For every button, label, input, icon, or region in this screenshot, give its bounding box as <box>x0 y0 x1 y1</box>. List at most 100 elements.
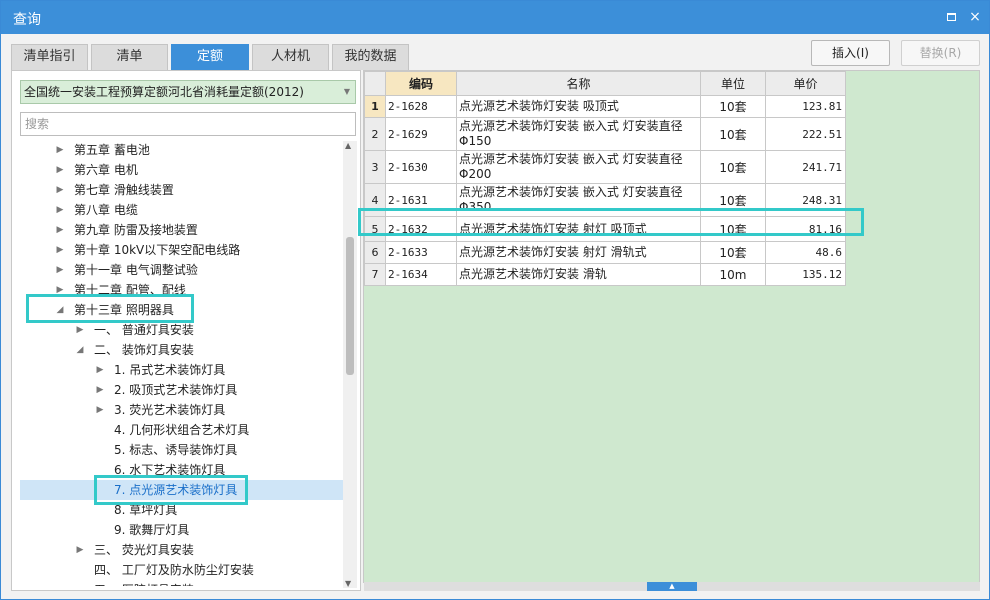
tree-item[interactable]: ▶ 第六章 电机 <box>20 160 343 180</box>
tree-item[interactable]: 9. 歌舞厅灯具 <box>20 520 343 540</box>
title-bar[interactable]: 查询 × <box>1 1 989 34</box>
table-row[interactable]: 1 2-1628 点光源艺术装饰灯安装 吸顶式 10套 123.81 <box>364 95 846 118</box>
close-button[interactable]: × <box>967 9 983 25</box>
header-unit[interactable]: 单位 <box>700 71 766 96</box>
cell-name[interactable]: 点光源艺术装饰灯安装 嵌入式 灯安装直径Φ350 <box>456 183 701 217</box>
tree-item[interactable]: ▶ 第八章 电缆 <box>20 200 343 220</box>
cell-unit[interactable]: 10套 <box>700 95 766 118</box>
cell-code[interactable]: 2-1632 <box>385 216 457 242</box>
cell-unit[interactable]: 10套 <box>700 183 766 217</box>
tree-item[interactable]: ▶ 第十一章 电气调整试验 <box>20 260 343 280</box>
collapse-handle-icon[interactable]: ▲ <box>647 582 697 591</box>
table-row[interactable]: 7 2-1634 点光源艺术装饰灯安装 滑轨 10m 135.12 <box>364 263 846 286</box>
insert-button[interactable]: 插入(I) <box>811 40 890 66</box>
tree-item[interactable]: ▶ 3. 荧光艺术装饰灯具 <box>20 400 343 420</box>
cell-name[interactable]: 点光源艺术装饰灯安装 吸顶式 <box>456 95 701 118</box>
tab-quota[interactable]: 定额 <box>171 44 249 70</box>
cell-name[interactable]: 点光源艺术装饰灯安装 滑轨 <box>456 263 701 286</box>
table-row[interactable]: 4 2-1631 点光源艺术装饰灯安装 嵌入式 灯安装直径Φ350 10套 248.31 <box>364 183 846 217</box>
row-index[interactable]: 1 <box>364 95 386 118</box>
cell-unit[interactable]: 10套 <box>700 241 766 264</box>
scrollbar-thumb[interactable] <box>346 237 354 375</box>
collapsed-arrow-icon[interactable]: ▶ <box>54 280 66 300</box>
table-row[interactable]: 2 2-1629 点光源艺术装饰灯安装 嵌入式 灯安装直径Φ150 10套 222.51 <box>364 117 846 151</box>
header-code[interactable]: 编码 <box>385 71 457 96</box>
row-index[interactable]: 6 <box>364 241 386 264</box>
tree-item[interactable]: 五、 医院灯具安装 <box>20 580 343 586</box>
cell-code[interactable]: 2-1633 <box>385 241 457 264</box>
tree-item[interactable]: ▶ 第七章 滑触线装置 <box>20 180 343 200</box>
scroll-up-icon[interactable]: ▲ <box>345 141 351 150</box>
cell-unit[interactable]: 10套 <box>700 150 766 184</box>
cell-unit[interactable]: 10套 <box>700 216 766 242</box>
cell-name[interactable]: 点光源艺术装饰灯安装 射灯 滑轨式 <box>456 241 701 264</box>
table-row[interactable]: 3 2-1630 点光源艺术装饰灯安装 嵌入式 灯安装直径Φ200 10套 241.71 <box>364 150 846 184</box>
maximize-button[interactable] <box>943 9 959 25</box>
collapsed-arrow-icon[interactable]: ▶ <box>94 360 106 380</box>
tab-list-guide[interactable]: 清单指引 <box>11 44 88 70</box>
tree-item[interactable]: 8. 草坪灯具 <box>20 500 343 520</box>
replace-button[interactable]: 替换(R) <box>901 40 980 66</box>
row-index[interactable]: 3 <box>364 150 386 184</box>
tree-item[interactable]: ▶ 第五章 蓄电池 <box>20 141 343 160</box>
header-price[interactable]: 单价 <box>765 71 846 96</box>
tree-item[interactable]: ▶ 一、 普通灯具安装 <box>20 320 343 340</box>
search-box[interactable] <box>20 112 356 136</box>
header-name[interactable]: 名称 <box>456 71 701 96</box>
quota-library-select[interactable]: 全国统一安装工程预算定额河北省消耗量定额(2012) ▼ <box>20 80 356 104</box>
expanded-arrow-icon[interactable]: ◢ <box>74 340 86 360</box>
collapsed-arrow-icon[interactable]: ▶ <box>74 540 86 560</box>
tab-list[interactable]: 清单 <box>91 44 168 70</box>
collapsed-arrow-icon[interactable]: ▶ <box>54 260 66 280</box>
tree-item[interactable]: 4. 几何形状组合艺术灯具 <box>20 420 343 440</box>
collapsed-arrow-icon[interactable]: ▶ <box>54 141 66 160</box>
search-input[interactable] <box>21 113 355 135</box>
collapsed-arrow-icon[interactable]: ▶ <box>54 220 66 240</box>
cell-price[interactable]: 81.16 <box>765 216 846 242</box>
tree-item[interactable]: ▶ 第九章 防雷及接地装置 <box>20 220 343 240</box>
cell-unit[interactable]: 10m <box>700 263 766 286</box>
tree-item[interactable]: 四、 工厂灯及防水防尘灯安装 <box>20 560 343 580</box>
scroll-down-icon[interactable]: ▼ <box>345 579 351 588</box>
tree-item[interactable]: ▶ 第十章 10kV以下架空配电线路 <box>20 240 343 260</box>
cell-code[interactable]: 2-1631 <box>385 183 457 217</box>
tree-item[interactable]: 5. 标志、诱导装饰灯具 <box>20 440 343 460</box>
tab-labor-material-machine[interactable]: 人材机 <box>252 44 329 70</box>
collapsed-arrow-icon[interactable]: ▶ <box>54 160 66 180</box>
tree-scrollbar[interactable]: ▲ ▼ <box>343 141 357 588</box>
collapsed-arrow-icon[interactable]: ▶ <box>94 380 106 400</box>
cell-price[interactable]: 48.6 <box>765 241 846 264</box>
table-row[interactable]: 6 2-1633 点光源艺术装饰灯安装 射灯 滑轨式 10套 48.6 <box>364 241 846 264</box>
cell-price[interactable]: 123.81 <box>765 95 846 118</box>
row-index[interactable]: 7 <box>364 263 386 286</box>
cell-price[interactable]: 135.12 <box>765 263 846 286</box>
cell-name[interactable]: 点光源艺术装饰灯安装 射灯 吸顶式 <box>456 216 701 242</box>
cell-unit[interactable]: 10套 <box>700 117 766 151</box>
cell-price[interactable]: 222.51 <box>765 117 846 151</box>
tree-item[interactable]: ▶ 2. 吸顶式艺术装饰灯具 <box>20 380 343 400</box>
tree-item[interactable]: ◢ 二、 装饰灯具安装 <box>20 340 343 360</box>
collapsed-arrow-icon[interactable]: ▶ <box>54 180 66 200</box>
expanded-arrow-icon[interactable]: ◢ <box>54 300 66 320</box>
cell-price[interactable]: 248.31 <box>765 183 846 217</box>
tree-item[interactable]: 7. 点光源艺术装饰灯具 <box>20 480 343 500</box>
collapsed-arrow-icon[interactable]: ▶ <box>54 200 66 220</box>
cell-code[interactable]: 2-1628 <box>385 95 457 118</box>
tree-item[interactable]: 6. 水下艺术装饰灯具 <box>20 460 343 480</box>
cell-code[interactable]: 2-1630 <box>385 150 457 184</box>
tree-item[interactable]: ▶ 1. 吊式艺术装饰灯具 <box>20 360 343 380</box>
collapsed-arrow-icon[interactable]: ▶ <box>74 320 86 340</box>
collapsed-arrow-icon[interactable]: ▶ <box>94 400 106 420</box>
grid-horizontal-scrollbar[interactable]: ▲ <box>364 582 980 591</box>
cell-name[interactable]: 点光源艺术装饰灯安装 嵌入式 灯安装直径Φ200 <box>456 150 701 184</box>
tree-item[interactable]: ▶ 三、 荧光灯具安装 <box>20 540 343 560</box>
row-index[interactable]: 2 <box>364 117 386 151</box>
tree-item[interactable]: ▶ 第十二章 配管、配线 <box>20 280 343 300</box>
tab-my-data[interactable]: 我的数据 <box>332 44 409 70</box>
table-row[interactable]: 5 2-1632 点光源艺术装饰灯安装 射灯 吸顶式 10套 81.16 <box>364 216 846 242</box>
collapsed-arrow-icon[interactable]: ▶ <box>54 240 66 260</box>
tree-item[interactable]: ◢ 第十三章 照明器具 <box>20 300 343 320</box>
cell-code[interactable]: 2-1629 <box>385 117 457 151</box>
cell-price[interactable]: 241.71 <box>765 150 846 184</box>
row-index[interactable]: 4 <box>364 183 386 217</box>
